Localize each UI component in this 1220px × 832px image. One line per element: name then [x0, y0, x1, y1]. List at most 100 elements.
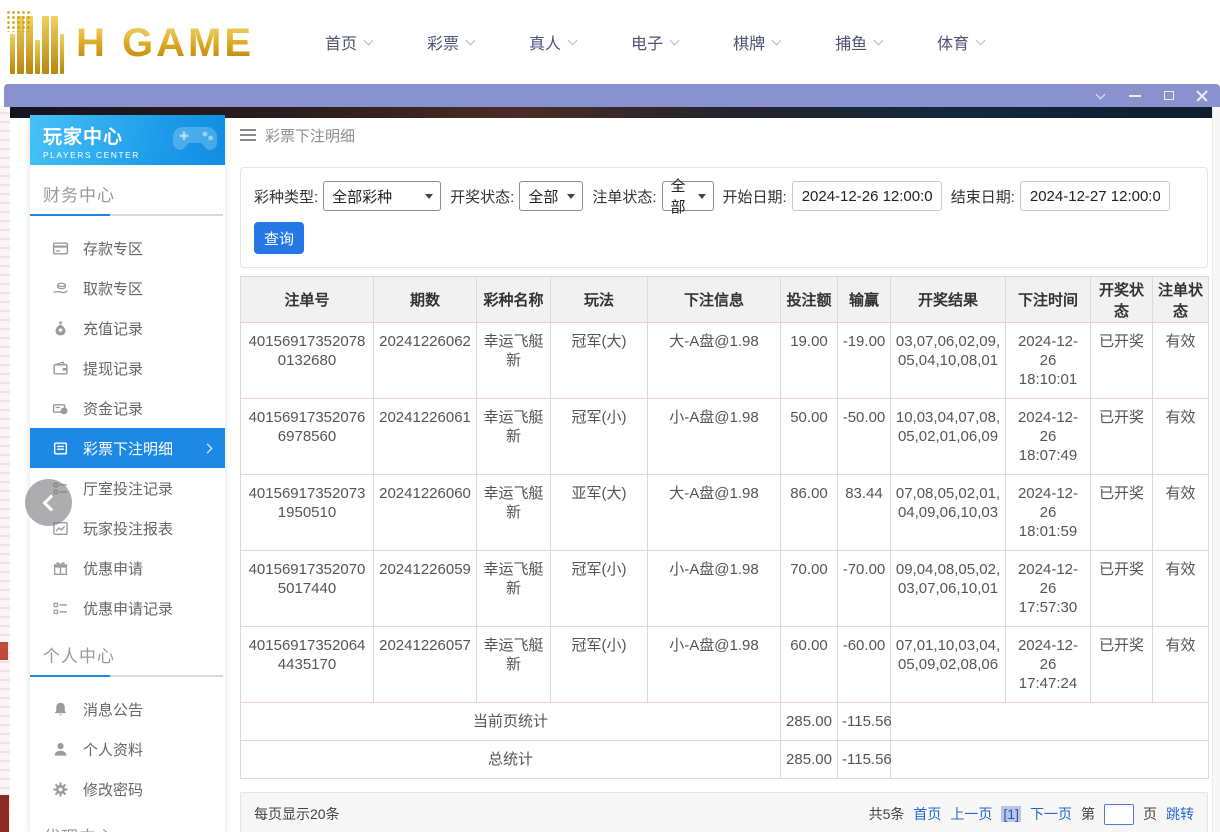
sidebar-item-label: 优惠申请	[83, 560, 144, 578]
cell-draw-status: 已开奖	[1090, 398, 1153, 475]
cell-win-loss: -60.00	[837, 626, 891, 703]
next-page-link[interactable]: 下一页	[1030, 804, 1072, 824]
nav-item-home[interactable]: 首页	[325, 30, 374, 54]
end-date-label: 结束日期:	[950, 188, 1015, 206]
sidebar-item-fund-record[interactable]: 资金记录	[30, 388, 225, 428]
summary-bet-amount: 285.00	[780, 702, 838, 741]
table-row: 401569173520644435170 20241226057 幸运飞艇新 冠军(…	[240, 626, 1209, 703]
cell-bet-time: 2024-12-26 18:10:01	[1005, 322, 1091, 399]
sidebar-item-promo-apply-record[interactable]: 优惠申请记录	[30, 588, 225, 628]
main-content: 彩票下注明细 彩种类型: 全部彩种 开奖状态: 全部 注单状态: 全部 开始日期…	[240, 117, 1209, 832]
cell-play-type: 冠军(小)	[550, 398, 648, 475]
nav-item-label: 捕鱼	[835, 36, 868, 53]
gear-icon	[52, 781, 69, 798]
bets-table: 注单号 期数 彩种名称 玩法 下注信息 投注额 输赢 开奖结果 下注时间 开奖状态 注单状态 4015…	[240, 276, 1209, 779]
cell-bet-amount: 60.00	[780, 626, 838, 703]
section-label-finance: 财务中心	[43, 186, 115, 205]
chevron-down-icon	[669, 35, 680, 45]
col-header-play-type: 玩法	[550, 276, 648, 323]
col-header-win-loss: 输赢	[837, 276, 891, 323]
sidebar-item-profile[interactable]: 个人资料	[30, 729, 225, 769]
cell-lottery-name: 幸运飞艇新	[476, 322, 551, 399]
filter-panel: 彩种类型: 全部彩种 开奖状态: 全部 注单状态: 全部 开始日期: 结束日期:…	[240, 167, 1208, 268]
menu-toggle-icon[interactable]	[240, 129, 256, 141]
col-header-order-id: 注单号	[240, 276, 374, 323]
search-button[interactable]: 查询	[254, 222, 304, 254]
cell-bet-amount: 86.00	[780, 474, 838, 551]
hand-coin-icon	[52, 280, 69, 297]
sidebar-item-deposit[interactable]: 存款专区	[30, 228, 225, 268]
top-navbar: H GAME 首页 彩票 真人 电子 棋牌 捕鱼 体育	[0, 0, 1220, 84]
nav-item-label: 真人	[529, 36, 562, 53]
sidebar-item-label: 个人资料	[83, 741, 144, 759]
sidebar-item-lottery-bet-detail[interactable]: 彩票下注明细	[30, 428, 225, 468]
cell-period: 20241226059	[373, 550, 477, 627]
summary-row: 当前页统计 285.00 -115.56	[240, 702, 1209, 741]
nav-item-fishing[interactable]: 捕鱼	[835, 30, 884, 54]
summary-label: 当前页统计	[240, 702, 781, 741]
nav-item-live[interactable]: 真人	[529, 30, 578, 54]
sidebar-item-promo-apply[interactable]: 优惠申请	[30, 548, 225, 588]
sidebar-item-change-password[interactable]: 修改密码	[30, 769, 225, 809]
cell-period: 20241226061	[373, 398, 477, 475]
cell-draw-result: 03,07,06,02,09,05,04,10,08,01	[890, 322, 1006, 399]
nav-item-board-games[interactable]: 棋牌	[733, 30, 782, 54]
sidebar-item-label: 取款专区	[83, 280, 144, 298]
start-date-input[interactable]	[791, 181, 942, 211]
first-page-link[interactable]: 首页	[913, 804, 941, 824]
summary-empty	[890, 740, 1209, 779]
nav-item-sports[interactable]: 体育	[937, 30, 986, 54]
background-artifact	[0, 642, 8, 660]
lottery-type-select[interactable]: 全部彩种	[323, 181, 442, 211]
gift-icon	[52, 560, 69, 577]
jump-page-input[interactable]	[1104, 803, 1134, 825]
end-date-input[interactable]	[1019, 181, 1170, 211]
draw-status-select[interactable]: 全部	[519, 181, 584, 211]
chevron-down-icon	[465, 35, 476, 45]
sidebar-item-messages[interactable]: 消息公告	[30, 689, 225, 729]
nav-item-lottery[interactable]: 彩票	[427, 30, 476, 54]
draw-status-value: 全部	[528, 188, 559, 206]
cell-win-loss: 83.44	[837, 474, 891, 551]
bell-icon	[52, 701, 69, 718]
window-menu-button[interactable]	[1093, 88, 1108, 103]
sidebar-item-label: 修改密码	[83, 781, 144, 799]
sidebar-item-recharge-record[interactable]: 充值记录	[30, 308, 225, 348]
summary-bet-amount: 285.00	[780, 740, 838, 779]
nav-item-slots[interactable]: 电子	[631, 30, 680, 54]
main-nav: 首页 彩票 真人 电子 棋牌 捕鱼 体育	[325, 0, 1039, 84]
cell-period: 20241226062	[373, 322, 477, 399]
section-label-personal: 个人中心	[43, 647, 115, 666]
jump-button[interactable]: 跳转	[1166, 804, 1194, 824]
cell-bet-time: 2024-12-26 17:57:30	[1005, 550, 1091, 627]
cell-win-loss: -50.00	[837, 398, 891, 475]
logo[interactable]: H GAME	[6, 8, 254, 78]
nav-item-label: 棋牌	[733, 36, 766, 53]
sidebar-item-withdraw-record[interactable]: 提现记录	[30, 348, 225, 388]
order-status-select[interactable]: 全部	[661, 178, 714, 216]
current-page[interactable]: [1]	[1001, 806, 1021, 822]
gamepad-icon	[171, 120, 219, 159]
sidebar-item-label: 彩票下注明细	[83, 440, 174, 458]
cell-draw-status: 已开奖	[1090, 474, 1153, 551]
cell-bet-amount: 19.00	[780, 322, 838, 399]
sidebar-collapse-button[interactable]	[25, 479, 72, 526]
cell-lottery-name: 幸运飞艇新	[476, 626, 551, 703]
maximize-button[interactable]	[1161, 88, 1176, 103]
select-arrow-icon	[425, 193, 434, 199]
cell-bet-info: 小-A盘@1.98	[647, 398, 781, 475]
minimize-button[interactable]	[1127, 88, 1142, 103]
cell-order-id: 401569173520766978560	[240, 398, 374, 475]
cell-bet-time: 2024-12-26 18:07:49	[1005, 398, 1091, 475]
page-scrollbar[interactable]	[1212, 107, 1220, 832]
cell-bet-time: 2024-12-26 18:01:59	[1005, 474, 1091, 551]
sidebar-item-label: 优惠申请记录	[83, 600, 174, 618]
sidebar-item-withdraw[interactable]: 取款专区	[30, 268, 225, 308]
window-titlebar[interactable]	[4, 84, 1220, 107]
prev-page-link[interactable]: 上一页	[950, 804, 992, 824]
sidebar-item-label: 充值记录	[83, 320, 144, 338]
close-button[interactable]	[1195, 88, 1210, 103]
table-row: 401569173520705017440 20241226059 幸运飞艇新 冠军(…	[240, 550, 1209, 627]
background-left-strip	[0, 107, 10, 832]
cell-order-id: 401569173520705017440	[240, 550, 374, 627]
